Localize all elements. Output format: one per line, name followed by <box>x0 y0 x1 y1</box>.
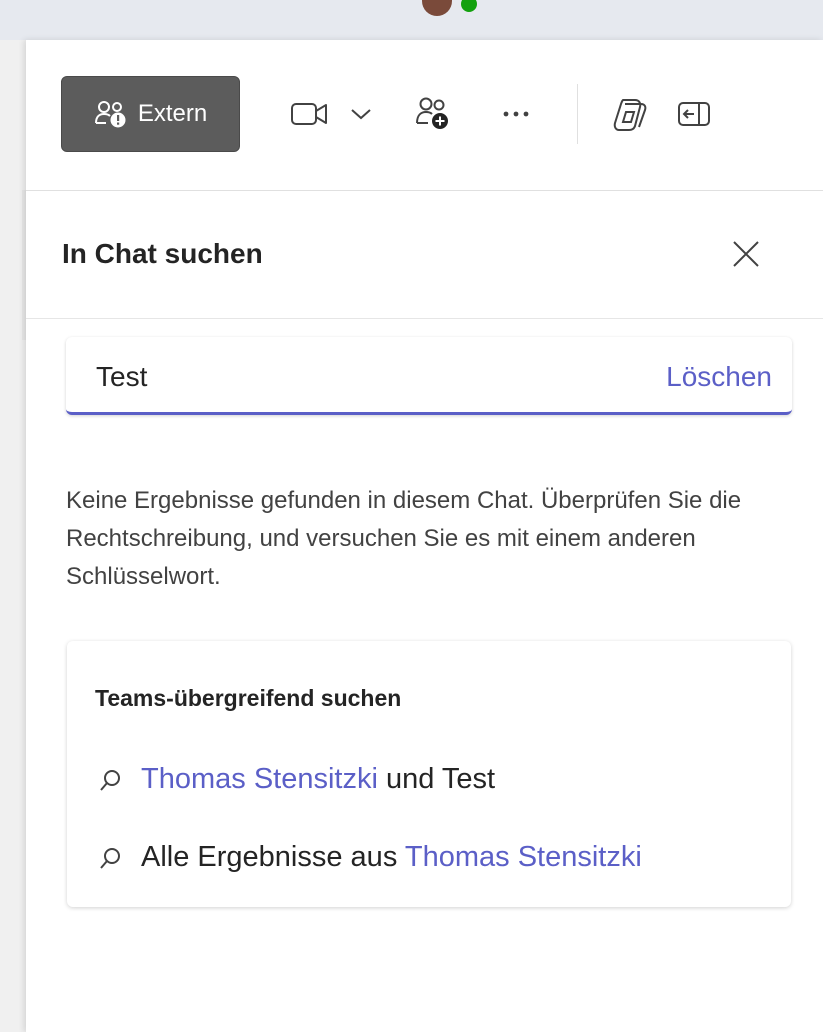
cross-search-title: Teams-übergreifend suchen <box>95 685 402 711</box>
close-button[interactable] <box>724 232 768 276</box>
person-link[interactable]: Thomas Stensitzki <box>141 763 378 795</box>
chevron-down-icon <box>350 107 372 121</box>
copilot-button[interactable] <box>608 94 652 134</box>
cross-search-item[interactable]: Alle Ergebnisse aus Thomas Stensitzki <box>99 841 642 874</box>
extern-label: Extern <box>137 100 208 127</box>
avatar[interactable] <box>422 0 452 16</box>
extern-button[interactable]: Extern <box>61 76 240 152</box>
toolbar-divider <box>577 84 578 144</box>
search-input[interactable]: Test Löschen <box>66 337 792 415</box>
chat-toolbar: Extern <box>26 40 823 191</box>
add-people-icon <box>415 96 451 132</box>
cross-search-item-text: Alle Ergebnisse aus Thomas Stensitzki <box>141 841 642 874</box>
more-options-button[interactable] <box>494 94 538 134</box>
add-people-button[interactable] <box>411 94 455 134</box>
cross-search-suffix: und Test <box>385 763 496 795</box>
video-icon <box>290 99 330 129</box>
title-bar <box>0 0 823 41</box>
copilot-icon <box>611 96 649 132</box>
clear-button[interactable]: Löschen <box>666 361 772 393</box>
video-call-button[interactable] <box>288 94 332 134</box>
collapse-pane-icon <box>677 100 711 128</box>
search-panel: Extern In Chat suchen Test Löschen Keine… <box>26 40 823 1032</box>
panel-title: In Chat suchen <box>62 238 263 269</box>
presence-available-icon <box>459 0 479 14</box>
call-options-button[interactable] <box>346 94 376 134</box>
search-icon <box>99 768 123 792</box>
no-results-message: Keine Ergebnisse gefunden in diesem Chat… <box>66 487 742 590</box>
left-edge <box>0 40 37 1032</box>
close-icon <box>731 239 761 269</box>
search-input-value[interactable]: Test <box>96 361 147 393</box>
cross-search-card: Teams-übergreifend suchen Thomas Stensit… <box>67 641 791 907</box>
search-icon <box>99 846 123 870</box>
cross-search-item-text: Thomas Stensitzki und Test <box>141 763 495 796</box>
people-warning-icon <box>94 99 128 129</box>
panel-header: In Chat suchen <box>26 190 823 319</box>
cross-search-prefix: Alle Ergebnisse aus <box>141 841 398 873</box>
cross-search-item[interactable]: Thomas Stensitzki und Test <box>99 763 495 796</box>
person-link[interactable]: Thomas Stensitzki <box>405 841 642 873</box>
collapse-pane-button[interactable] <box>672 94 716 134</box>
more-icon <box>502 110 530 118</box>
